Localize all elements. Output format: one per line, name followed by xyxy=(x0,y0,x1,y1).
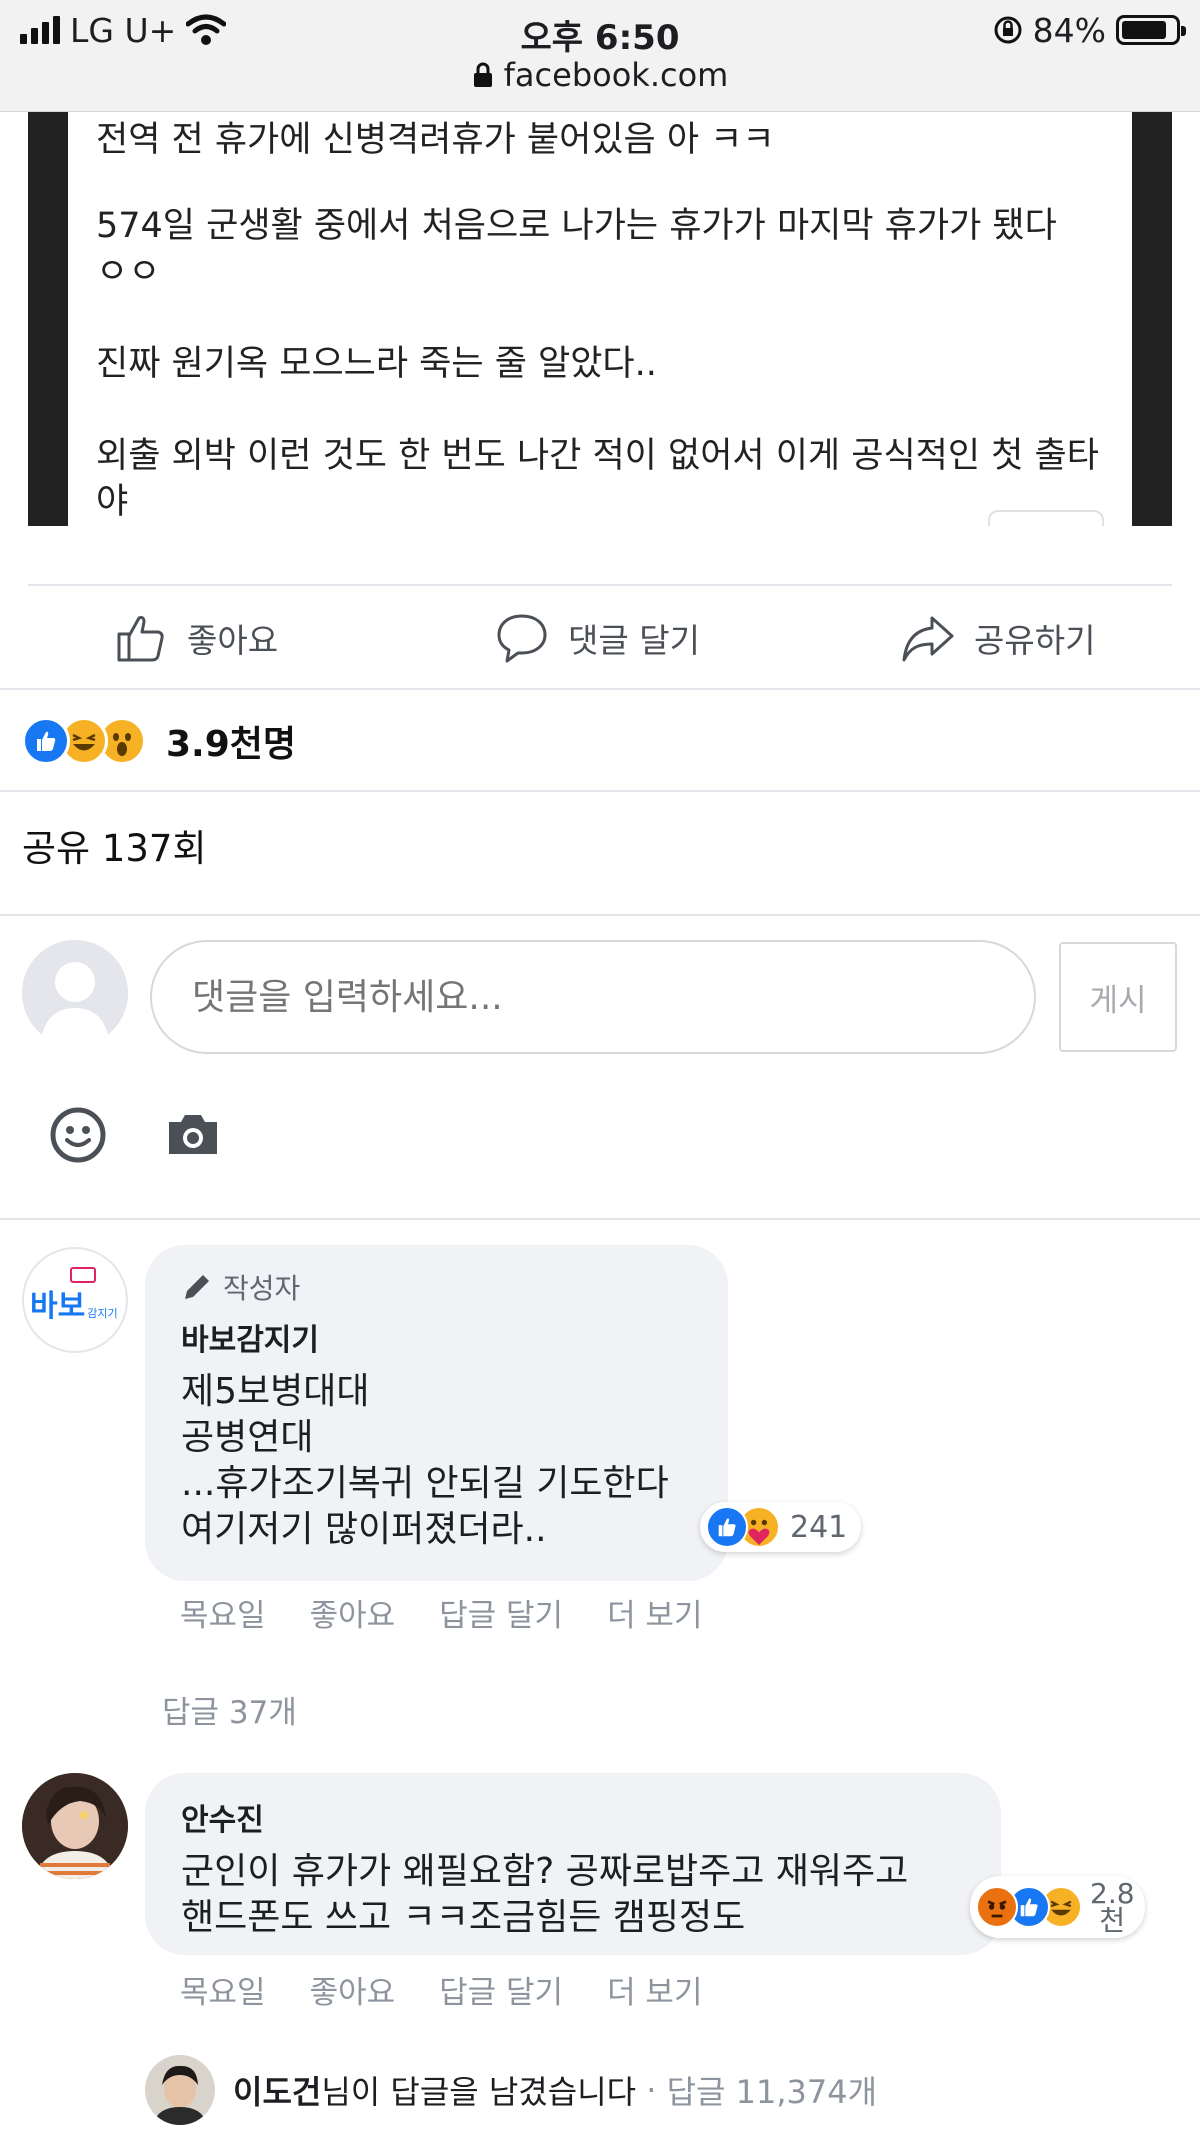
status-right: 84% xyxy=(993,10,1186,50)
like-label: 좋아요 xyxy=(187,621,279,660)
share-button[interactable]: 공유하기 xyxy=(900,610,1095,666)
divider xyxy=(28,584,1172,586)
post-image[interactable]: 전역 전 휴가에 신병격려휴가 붙어있음 아 ㅋㅋ 574일 군생활 중에서 처… xyxy=(28,112,1172,526)
camera-icon[interactable] xyxy=(165,1110,221,1160)
post-paragraph: 진짜 원기옥 모으느라 죽는 줄 알았다.. xyxy=(96,344,657,384)
comment-button[interactable]: 댓글 달기 xyxy=(494,610,700,666)
comment-bubble: 작성자 바보감지기 제5보병대대 공병연대 ...휴가조기복귀 안되길 기도한다… xyxy=(145,1245,728,1581)
post-paragraph: 외출 외박 이런 것도 한 번도 나간 적이 없어서 이게 공식적인 첫 출타야 xyxy=(96,436,1099,522)
author-badge: 작성자 xyxy=(181,1267,692,1307)
share-label: 공유하기 xyxy=(974,621,1096,660)
comment-reply-link[interactable]: 답글 달기 xyxy=(439,1967,563,2012)
reply-summary-text: 님이 답글을 남겼습니다 xyxy=(321,2073,637,2111)
reply-count: 답글 11,374개 xyxy=(666,2073,878,2111)
divider xyxy=(0,688,1200,690)
divider xyxy=(0,914,1200,916)
view-replies-link[interactable]: 답글 37개 xyxy=(162,1687,297,1732)
comment-meta: 목요일 좋아요 답글 달기 더 보기 xyxy=(180,1967,702,2012)
reaction-count: 3.9천명 xyxy=(166,724,297,765)
avatar-logo: 바보 감지기 xyxy=(30,1281,118,1325)
author-badge-label: 작성자 xyxy=(223,1272,301,1305)
post-comment-button[interactable]: 게시 xyxy=(1059,942,1177,1052)
divider xyxy=(0,790,1200,792)
orientation-lock-icon xyxy=(994,16,1022,44)
more-pill xyxy=(988,510,1104,526)
comment-like-link[interactable]: 좋아요 xyxy=(310,1967,396,2012)
avatar-logo-text: 바보 xyxy=(30,1289,86,1324)
post-text-capture: 전역 전 휴가에 신병격려휴가 붙어있음 아 ㅋㅋ 574일 군생활 중에서 처… xyxy=(68,112,1132,526)
avatar-logo-tag xyxy=(70,1267,96,1283)
commenter-name[interactable]: 안수진 xyxy=(181,1795,965,1839)
reaction-count-unit: 천 xyxy=(1099,1904,1126,1937)
like-icon xyxy=(706,1506,748,1548)
thumbs-up-icon xyxy=(117,616,164,662)
user-avatar xyxy=(22,940,128,1046)
comment-bubble-icon xyxy=(497,614,547,663)
address-bar[interactable]: facebook.com xyxy=(0,56,1200,94)
emoji-icon[interactable] xyxy=(48,1105,108,1165)
comment-reactions[interactable]: 2.8 천 xyxy=(970,1876,1145,1938)
pencil-icon xyxy=(185,1275,209,1299)
post-action-bar: 좋아요 댓글 달기 공유하기 xyxy=(0,590,1200,690)
avatar-logo-subtext: 감지기 xyxy=(87,1307,118,1320)
reply-summary-separator: · xyxy=(636,2071,667,2109)
share-arrow-icon xyxy=(902,616,954,662)
comment-bubble: 안수진 군인이 휴가가 왜필요함? 공짜로밥주고 재워주고 핸드폰도 쓰고 ㅋㅋ… xyxy=(145,1773,1001,1955)
avatar-photo xyxy=(22,1773,128,1879)
reply-summary[interactable]: 이도건 님이 답글을 남겼습니다 · 답글 11,374개 xyxy=(145,2055,877,2125)
avatar-photo xyxy=(145,2055,215,2125)
replier-avatar xyxy=(145,2055,215,2125)
lock-icon xyxy=(473,62,492,87)
commenter-avatar[interactable] xyxy=(22,1773,128,1879)
comment-text: 군인이 휴가가 왜필요함? 공짜로밥주고 재워주고 핸드폰도 쓰고 ㅋㅋ조금힘든… xyxy=(181,1851,909,1938)
like-button[interactable]: 좋아요 xyxy=(113,610,278,666)
comment-more-link[interactable]: 더 보기 xyxy=(607,1590,702,1635)
comment-meta: 목요일 좋아요 답글 달기 더 보기 xyxy=(180,1590,702,1635)
replier-name: 이도건 xyxy=(233,2073,322,2111)
comment-reaction-count: 2.8 천 xyxy=(1090,1877,1135,1937)
comment-reply-link[interactable]: 답글 달기 xyxy=(439,1590,563,1635)
comment-text: 제5보병대대 공병연대 ...휴가조기복귀 안되길 기도한다 여기저기 많이퍼졌… xyxy=(181,1371,669,1550)
url-text: facebook.com xyxy=(503,56,729,94)
comment-label: 댓글 달기 xyxy=(568,621,700,660)
commenter-avatar[interactable]: 바보 감지기 xyxy=(22,1247,128,1353)
browser-status-bar: LG U+ 오후 6:50 84% facebook.com xyxy=(0,0,1200,112)
commenter-name[interactable]: 바보감지기 xyxy=(181,1315,692,1359)
battery-level-fill xyxy=(1122,21,1166,39)
comment-like-link[interactable]: 좋아요 xyxy=(310,1590,396,1635)
comment-timestamp[interactable]: 목요일 xyxy=(180,1967,266,2012)
comment-reactions[interactable]: 241 xyxy=(700,1502,862,1552)
battery-percent: 84% xyxy=(1032,10,1106,50)
post-paragraph: 전역 전 휴가에 신병격려휴가 붙어있음 아 ㅋㅋ xyxy=(96,120,775,160)
angry-icon xyxy=(976,1886,1018,1928)
comment-timestamp[interactable]: 목요일 xyxy=(180,1590,266,1635)
reaction-summary[interactable]: 3.9천명 xyxy=(22,715,296,767)
share-count[interactable]: 공유 137회 xyxy=(22,818,207,872)
divider xyxy=(0,1218,1200,1220)
post-paragraph: 574일 군생활 중에서 처음으로 나가는 휴가가 마지막 휴가가 됐다 ㅇㅇ xyxy=(96,206,1057,292)
comment-reaction-count: 241 xyxy=(790,1509,848,1545)
battery-icon xyxy=(1116,15,1186,45)
reaction-count-number: 2.8 xyxy=(1090,1877,1135,1910)
like-icon xyxy=(22,717,70,765)
default-avatar-icon xyxy=(22,940,128,1046)
comment-input[interactable] xyxy=(150,940,1036,1054)
comment-more-link[interactable]: 더 보기 xyxy=(607,1967,702,2012)
